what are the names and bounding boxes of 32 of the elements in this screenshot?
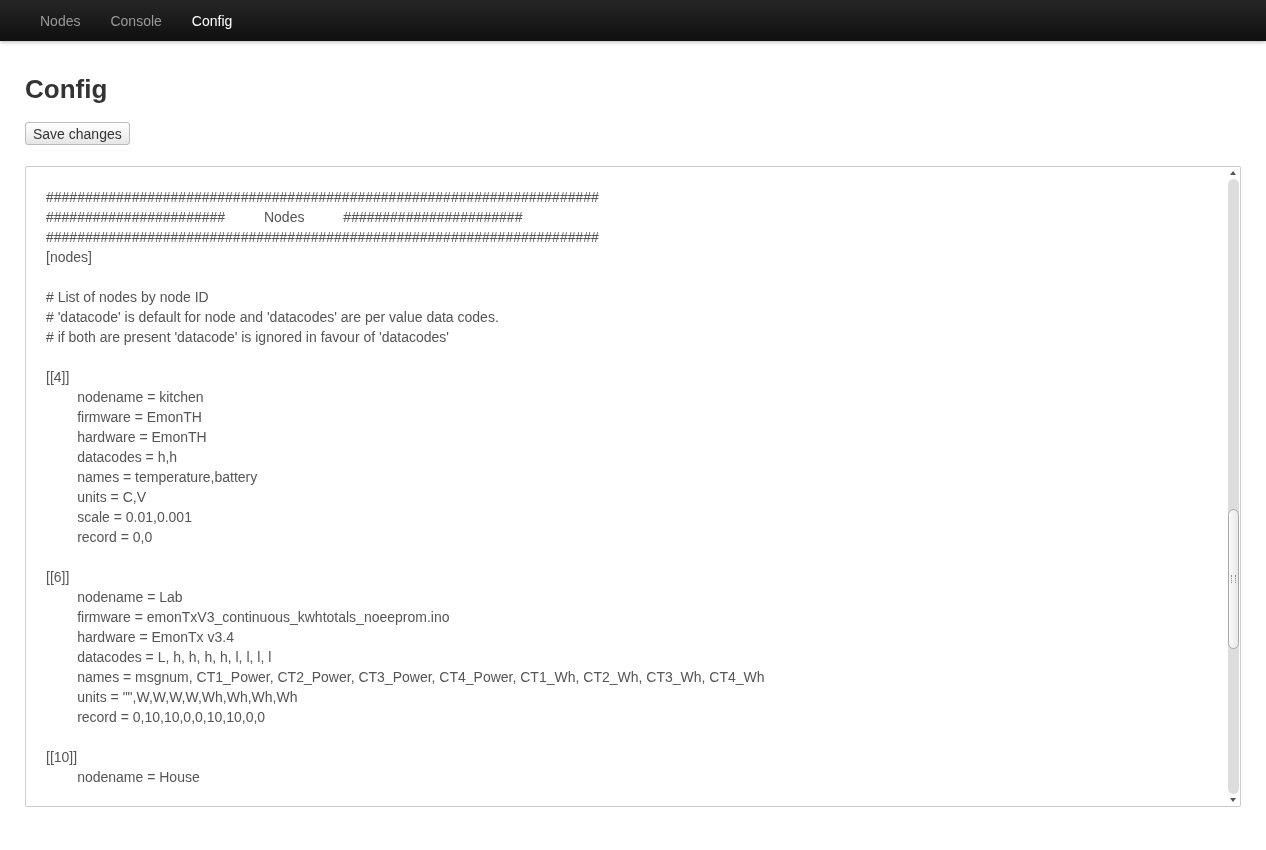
scrollbar-thumb[interactable]	[1227, 509, 1239, 649]
code-line: units = "",W,W,W,W,Wh,Wh,Wh,Wh	[76, 688, 299, 707]
code-line: #######################################################################	[46, 188, 600, 207]
code-line: nodename = Lab	[76, 588, 184, 607]
code-line: record = 0,0	[76, 528, 154, 547]
code-line: [nodes]	[46, 248, 93, 267]
code-line: names = msgnum, CT1_Power, CT2_Power, CT3_Power, CT4_Power, CT1_Wh, CT2_Wh, CT3_Wh, CT4_Wh	[76, 668, 766, 687]
code-line: # 'datacode' is default for node and 'datacodes' are per value data codes.	[46, 308, 500, 327]
code-line: hardware = EmonTH	[76, 428, 208, 447]
code-line: #######################################################################	[46, 228, 600, 247]
code-line: [[6]]	[46, 568, 71, 587]
code-line: [[4]]	[46, 368, 71, 387]
code-line: record = 0,10,10,0,0,10,10,0,0	[76, 708, 267, 727]
code-line: scale = 0.01,0.001	[76, 508, 193, 527]
page-title: Config	[25, 73, 109, 104]
code-line: units = C,V	[76, 488, 147, 507]
code-line: nodename = kitchen	[76, 388, 205, 407]
nav-tab[interactable]: Nodes	[25, 2, 96, 39]
code-line: nodename = House	[76, 768, 201, 787]
save-button[interactable]: Save changes	[25, 122, 130, 145]
nav-tab[interactable]: Console	[95, 2, 177, 39]
code-line: ####################### Nodes #######################	[46, 208, 524, 227]
code-line: firmware = emonTxV3_continuous_kwhtotals_noeeprom.ino	[76, 608, 451, 627]
code-line: # List of nodes by node ID	[46, 288, 210, 307]
nav-tab[interactable]: Config	[176, 2, 248, 39]
code-line: firmware = EmonTH	[76, 408, 203, 427]
code-line: hardware = EmonTx v3.4	[76, 628, 235, 647]
code-line: names = temperature,battery	[76, 468, 259, 487]
code-line: datacodes = L, h, h, h, h, l, l, l, l	[76, 648, 273, 667]
code-line: # if both are present 'datacode' is ignored in favour of 'datacodes'	[46, 328, 450, 347]
code-line: [[10]]	[46, 748, 79, 767]
code-line: datacodes = h,h	[76, 448, 179, 467]
